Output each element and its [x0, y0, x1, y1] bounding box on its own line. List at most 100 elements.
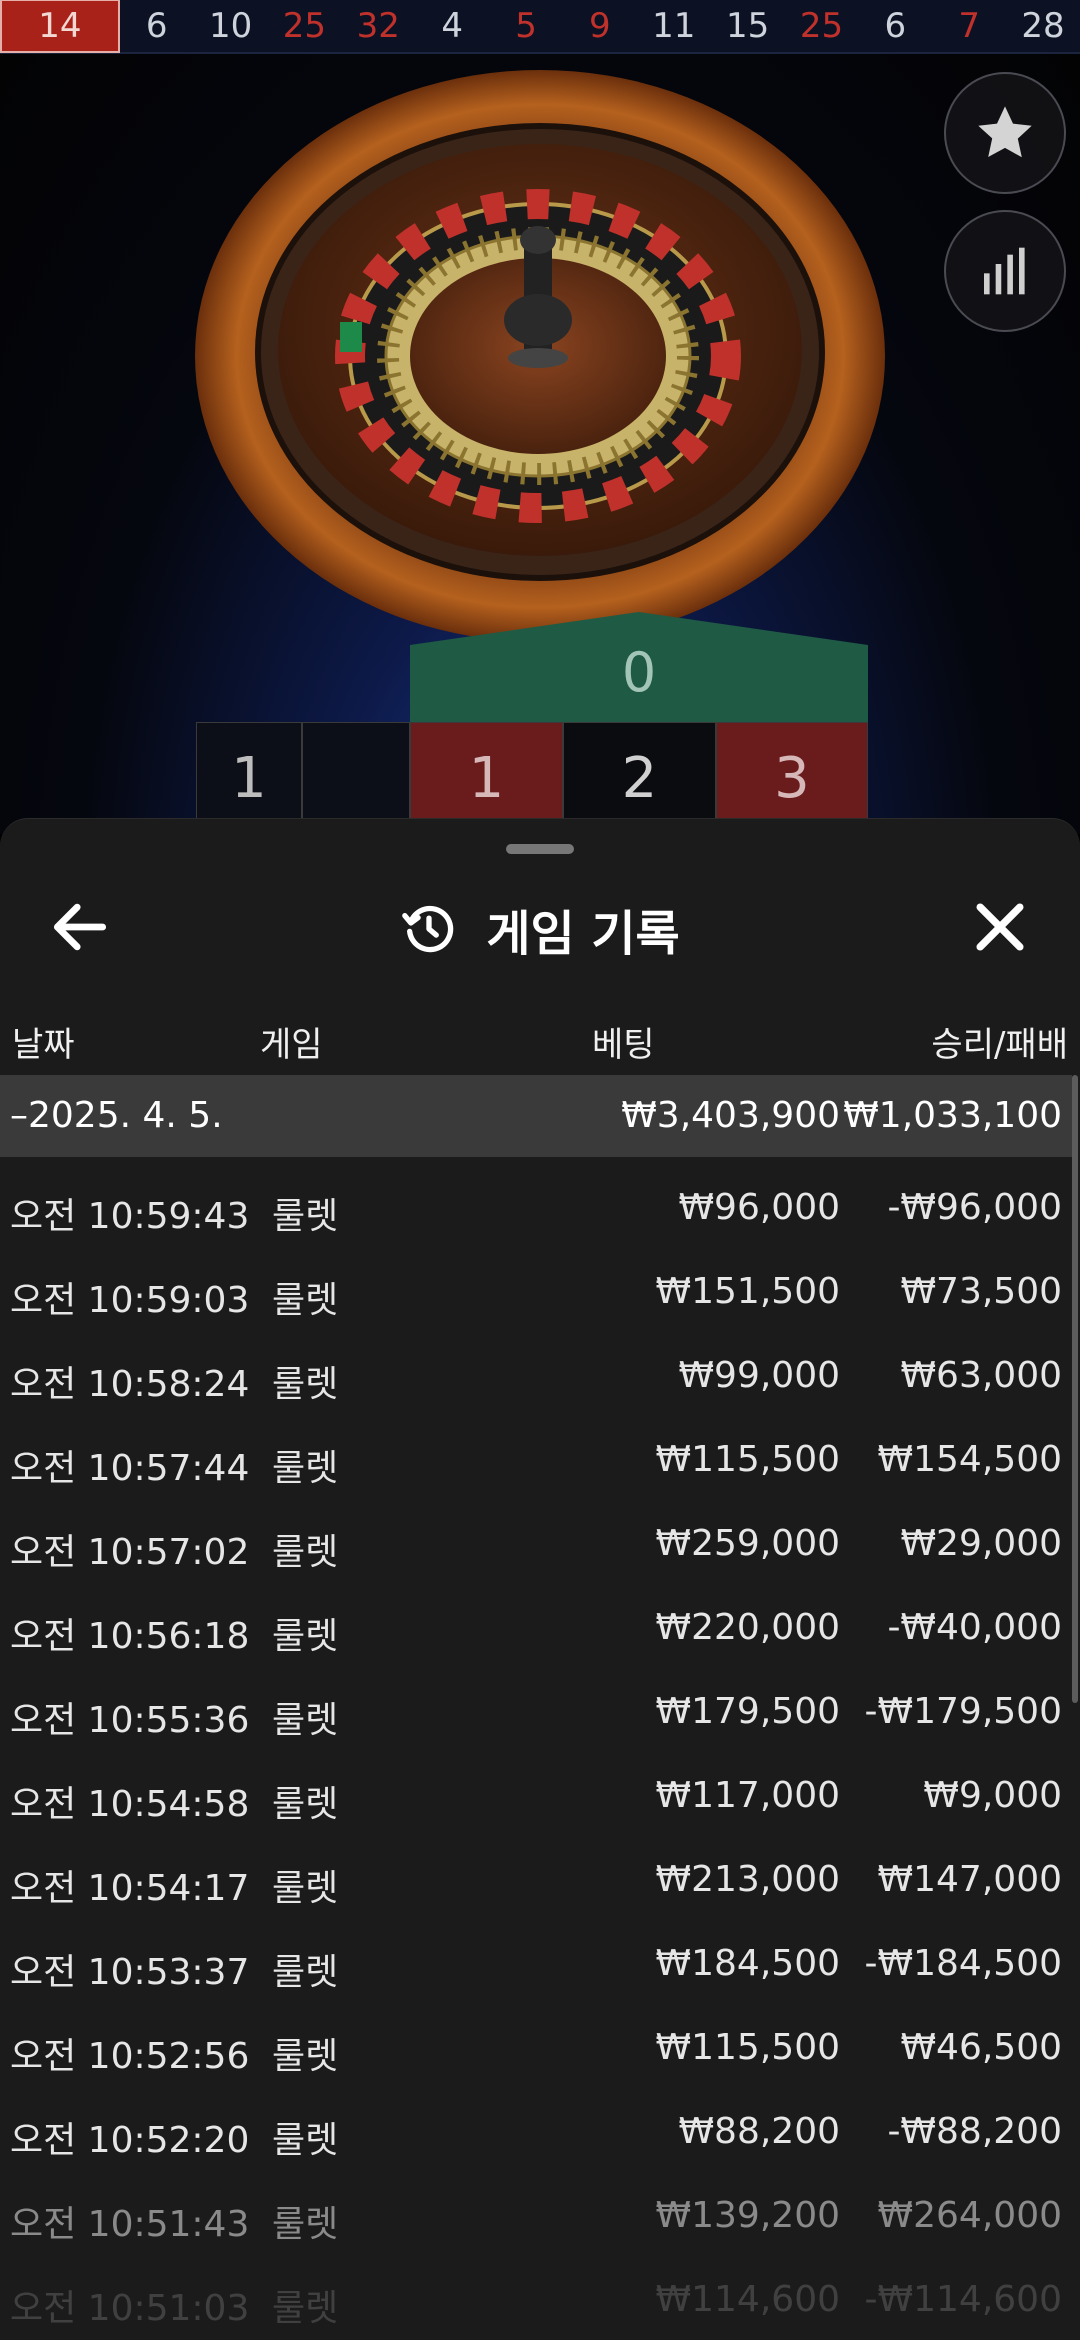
- row-time: 오전 10:54:58: [10, 1784, 250, 1825]
- row-time: 오전 10:51:03: [10, 2288, 250, 2329]
- table-row[interactable]: 오전 10:51:03 룰렛 ₩114,600 -₩114,600: [0, 2249, 1072, 2333]
- row-time: 오전 10:52:56: [10, 2036, 250, 2077]
- result-number: 9: [589, 6, 611, 46]
- row-time: 오전 10:51:43: [10, 2204, 250, 2245]
- bar-chart-icon: [984, 247, 1025, 295]
- row-bet: ₩96,000: [678, 1187, 840, 1228]
- table-row[interactable]: 오전 10:51:43 룰렛 ₩139,200 ₩264,000: [0, 2165, 1072, 2249]
- row-win-loss: -₩88,200: [887, 2111, 1062, 2152]
- table-row[interactable]: 오전 10:55:36 룰렛 ₩179,500 -₩179,500: [0, 1661, 1072, 1745]
- row-win-loss: ₩63,000: [900, 1355, 1062, 1396]
- table-row[interactable]: 오전 10:54:58 룰렛 ₩117,000 ₩9,000: [0, 1745, 1072, 1829]
- row-game: 룰렛: [272, 1364, 339, 1405]
- sheet-header: 게임 기록: [0, 869, 1080, 989]
- row-game: 룰렛: [272, 2204, 339, 2245]
- row-win-loss: -₩96,000: [887, 1187, 1062, 1228]
- row-bet: ₩117,000: [655, 1775, 840, 1816]
- row-time: 오전 10:56:18: [10, 1616, 250, 1657]
- table-row[interactable]: 오전 10:54:17 룰렛 ₩213,000 ₩147,000: [0, 1829, 1072, 1913]
- row-bet: ₩115,500: [655, 2027, 840, 2068]
- table-row[interactable]: 오전 10:52:56 룰렛 ₩115,500 ₩46,500: [0, 1997, 1072, 2081]
- row-bet: ₩259,000: [655, 1523, 840, 1564]
- roulette-wheel: [190, 60, 890, 650]
- row-game: 룰렛: [272, 2036, 339, 2077]
- table-row[interactable]: 오전 10:57:44 룰렛 ₩115,500 ₩154,500: [0, 1409, 1072, 1493]
- row-game: 룰렛: [272, 1448, 339, 1489]
- row-win-loss: ₩154,500: [877, 1439, 1062, 1480]
- result-number: 11: [652, 6, 696, 46]
- row-bet: ₩184,500: [655, 1943, 840, 1984]
- row-game: 룰렛: [272, 1868, 339, 1909]
- close-button[interactable]: [966, 893, 1034, 961]
- result-number: 28: [1021, 6, 1065, 46]
- favorites-button[interactable]: [944, 72, 1066, 194]
- row-win-loss: ₩9,000: [923, 1775, 1062, 1816]
- row-time: 오전 10:59:43: [10, 1196, 250, 1237]
- results-history-strip: 14 6 10 25 32 4 5 9 11 15 25 6 7 28: [0, 0, 1080, 54]
- sheet-title-group: 게임 기록: [0, 895, 1080, 963]
- sheet-grabber[interactable]: [506, 844, 574, 854]
- table-row[interactable]: 오전 10:57:02 룰렛 ₩259,000 ₩29,000: [0, 1493, 1072, 1577]
- row-game: 룰렛: [272, 1280, 339, 1321]
- row-game: 룰렛: [272, 2120, 339, 2161]
- row-win-loss: ₩73,500: [900, 1271, 1062, 1312]
- result-number: 10: [208, 6, 253, 46]
- row-bet: ₩220,000: [655, 1607, 840, 1648]
- row-bet: ₩213,000: [655, 1859, 840, 1900]
- row-bet: ₩179,500: [655, 1691, 840, 1732]
- result-number: 25: [282, 6, 327, 46]
- summary-bet: ₩3,403,900: [621, 1095, 840, 1136]
- row-game: 룰렛: [272, 1616, 339, 1657]
- table-row[interactable]: 오전 10:58:24 룰렛 ₩99,000 ₩63,000: [0, 1325, 1072, 1409]
- row-game: 룰렛: [272, 1532, 339, 1573]
- table-row[interactable]: 오전 10:53:37 룰렛 ₩184,500 -₩184,500: [0, 1913, 1072, 1997]
- row-win-loss: ₩29,000: [900, 1523, 1062, 1564]
- result-number: 4: [441, 6, 463, 46]
- result-number: 14: [0, 0, 120, 53]
- date-summary-row[interactable]: –2025. 4. 5. ₩3,403,900 ₩1,033,100: [0, 1075, 1072, 1157]
- result-number: 15: [725, 6, 770, 46]
- star-icon: [978, 106, 1032, 158]
- row-time: 오전 10:54:17: [10, 1868, 250, 1909]
- row-game: 룰렛: [272, 1196, 339, 1237]
- table-row[interactable]: 오전 10:56:18 룰렛 ₩220,000 -₩40,000: [0, 1577, 1072, 1661]
- column-game: 게임: [260, 1025, 323, 1065]
- row-bet: ₩151,500: [655, 1271, 840, 1312]
- row-bet: ₩99,000: [678, 1355, 840, 1396]
- result-number: 32: [356, 6, 400, 46]
- table-header: 날짜 게임 베팅 승리/패배: [0, 999, 1080, 1071]
- row-game: 룰렛: [272, 1952, 339, 1993]
- column-win-loss: 승리/패배: [931, 1025, 1068, 1065]
- row-bet: ₩115,500: [655, 1439, 840, 1480]
- table-row[interactable]: 오전 10:59:03 룰렛 ₩151,500 ₩73,500: [0, 1241, 1072, 1325]
- row-win-loss: ₩147,000: [877, 1859, 1062, 1900]
- column-bet: 베팅: [592, 1025, 655, 1065]
- table-row[interactable]: 오전 10:52:20 룰렛 ₩88,200 -₩88,200: [0, 2081, 1072, 2165]
- row-win-loss: -₩184,500: [864, 1943, 1062, 1984]
- row-win-loss: ₩264,000: [877, 2195, 1062, 2236]
- row-bet: ₩139,200: [655, 2195, 840, 2236]
- result-number: 5: [515, 6, 537, 46]
- row-game: 룰렛: [272, 2288, 339, 2329]
- row-time: 오전 10:52:20: [10, 2120, 250, 2161]
- row-time: 오전 10:59:03: [10, 1280, 250, 1321]
- row-time: 오전 10:53:37: [10, 1952, 250, 1993]
- row-win-loss: ₩46,500: [900, 2027, 1062, 2068]
- row-win-loss: -₩114,600: [864, 2279, 1062, 2320]
- statistics-button[interactable]: [944, 210, 1066, 332]
- history-list: 오전 10:59:43 룰렛 ₩96,000 -₩96,000 오전 10:59…: [0, 1157, 1072, 2333]
- column-date: 날짜: [12, 1025, 75, 1065]
- live-game-view: 0 1 1 2 3: [0, 54, 1080, 834]
- close-icon: [976, 903, 1024, 951]
- row-time: 오전 10:55:36: [10, 1700, 250, 1741]
- row-bet: ₩88,200: [678, 2111, 840, 2152]
- summary-win-loss: ₩1,033,100: [843, 1095, 1062, 1136]
- result-number: 7: [958, 6, 980, 46]
- row-win-loss: -₩40,000: [887, 1607, 1062, 1648]
- row-game: 룰렛: [272, 1784, 339, 1825]
- row-time: 오전 10:57:02: [10, 1532, 250, 1573]
- scrollbar[interactable]: [1072, 1075, 1078, 1703]
- row-game: 룰렛: [272, 1700, 339, 1741]
- table-row[interactable]: 오전 10:59:43 룰렛 ₩96,000 -₩96,000: [0, 1157, 1072, 1241]
- row-time: 오전 10:57:44: [10, 1448, 250, 1489]
